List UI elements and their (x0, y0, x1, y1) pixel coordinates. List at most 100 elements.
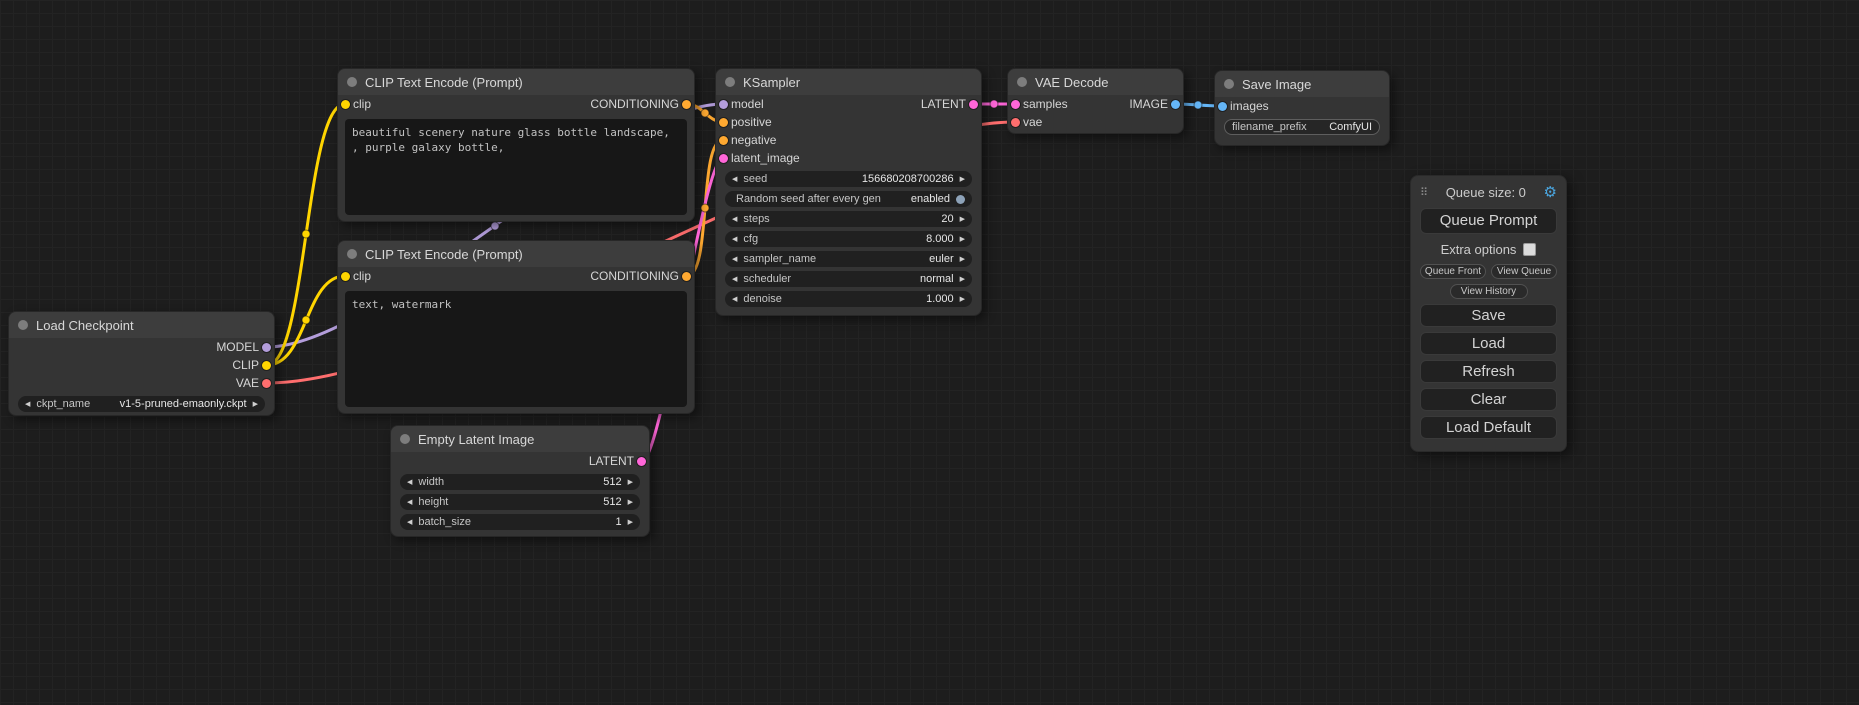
collapse-dot-icon[interactable] (725, 77, 735, 87)
decrement-arrow-icon[interactable]: ◀ (407, 499, 412, 506)
decrement-arrow-icon[interactable]: ◀ (25, 401, 30, 408)
load-default-button[interactable]: Load Default (1420, 416, 1557, 439)
node-vae-decode[interactable]: VAE Decode samples IMAGE vae (1007, 68, 1184, 134)
seed-widget[interactable]: ◀ seed 156680208700286 ▶ (725, 171, 972, 187)
slot-row: negative (716, 131, 981, 149)
batch-size-widget[interactable]: ◀ batch_size 1 ▶ (400, 514, 640, 530)
queue-front-button[interactable]: Queue Front (1420, 264, 1486, 279)
widget-value: 8.000 (926, 233, 954, 245)
node-title-bar[interactable]: KSampler (716, 69, 981, 95)
load-button[interactable]: Load (1420, 332, 1557, 355)
widget-value: 512 (603, 476, 621, 488)
collapse-dot-icon[interactable] (347, 77, 357, 87)
queue-prompt-button[interactable]: Queue Prompt (1420, 208, 1557, 234)
slot-row: positive (716, 113, 981, 131)
node-ksampler[interactable]: KSampler model LATENT positive negative … (715, 68, 982, 316)
widget-label: width (418, 476, 444, 488)
ckpt-name-widget[interactable]: ◀ ckpt_name v1-5-pruned-emaonly.ckpt ▶ (18, 396, 265, 412)
slot-conditioning-output[interactable] (682, 100, 691, 109)
decrement-arrow-icon[interactable]: ◀ (732, 276, 737, 283)
output-label: LATENT (921, 97, 966, 111)
decrement-arrow-icon[interactable]: ◀ (732, 236, 737, 243)
widget-value: v1-5-pruned-emaonly.ckpt (120, 398, 247, 410)
scheduler-widget[interactable]: ◀ scheduler normal ▶ (725, 271, 972, 287)
decrement-arrow-icon[interactable]: ◀ (407, 519, 412, 526)
decrement-arrow-icon[interactable]: ◀ (732, 216, 737, 223)
slot-samples-input[interactable] (1011, 100, 1020, 109)
node-clip-text-encode-negative[interactable]: CLIP Text Encode (Prompt) clip CONDITION… (337, 240, 695, 414)
slot-row: clip CONDITIONING (338, 267, 694, 285)
drag-handle-icon[interactable]: ⠿ (1420, 186, 1428, 199)
collapse-dot-icon[interactable] (400, 434, 410, 444)
width-widget[interactable]: ◀ width 512 ▶ (400, 474, 640, 490)
increment-arrow-icon[interactable]: ▶ (960, 236, 965, 243)
node-title-bar[interactable]: CLIP Text Encode (Prompt) (338, 69, 694, 95)
node-clip-text-encode-positive[interactable]: CLIP Text Encode (Prompt) clip CONDITION… (337, 68, 695, 222)
save-button[interactable]: Save (1420, 304, 1557, 327)
decrement-arrow-icon[interactable]: ◀ (407, 479, 412, 486)
node-title-bar[interactable]: VAE Decode (1008, 69, 1183, 95)
increment-arrow-icon[interactable]: ▶ (960, 256, 965, 263)
toggle-dot-icon[interactable] (956, 195, 965, 204)
prompt-text-input[interactable]: beautiful scenery nature glass bottle la… (345, 119, 687, 215)
slot-model-input[interactable] (719, 100, 728, 109)
slot-clip-output[interactable] (262, 361, 271, 370)
increment-arrow-icon[interactable]: ▶ (628, 479, 633, 486)
node-title-bar[interactable]: Save Image (1215, 71, 1389, 97)
prompt-text-input[interactable]: text, watermark (345, 291, 687, 407)
node-title-bar[interactable]: CLIP Text Encode (Prompt) (338, 241, 694, 267)
slot-clip-input[interactable] (341, 100, 350, 109)
slot-latent-image-input[interactable] (719, 154, 728, 163)
collapse-dot-icon[interactable] (347, 249, 357, 259)
input-label: model (731, 97, 764, 111)
slot-clip-input[interactable] (341, 272, 350, 281)
widget-value: 1.000 (926, 293, 954, 305)
filename-prefix-widget[interactable]: filename_prefix ComfyUI (1224, 119, 1380, 135)
slot-model-output[interactable] (262, 343, 271, 352)
link-midpoint-dot (990, 100, 998, 108)
increment-arrow-icon[interactable]: ▶ (960, 296, 965, 303)
collapse-dot-icon[interactable] (1017, 77, 1027, 87)
slot-latent-output[interactable] (637, 457, 646, 466)
refresh-button[interactable]: Refresh (1420, 360, 1557, 383)
collapse-dot-icon[interactable] (1224, 79, 1234, 89)
decrement-arrow-icon[interactable]: ◀ (732, 176, 737, 183)
node-title: Save Image (1242, 77, 1311, 92)
denoise-widget[interactable]: ◀ denoise 1.000 ▶ (725, 291, 972, 307)
node-load-checkpoint[interactable]: Load Checkpoint MODEL CLIP VAE ◀ ckpt_na… (8, 311, 275, 416)
slot-images-input[interactable] (1218, 102, 1227, 111)
output-label: LATENT (589, 454, 634, 468)
node-title-bar[interactable]: Load Checkpoint (9, 312, 274, 338)
settings-gear-icon[interactable]: ⚙ (1544, 185, 1557, 200)
increment-arrow-icon[interactable]: ▶ (960, 176, 965, 183)
random-seed-toggle-widget[interactable]: Random seed after every gen enabled (725, 191, 972, 207)
decrement-arrow-icon[interactable]: ◀ (732, 296, 737, 303)
slot-negative-input[interactable] (719, 136, 728, 145)
decrement-arrow-icon[interactable]: ◀ (732, 256, 737, 263)
node-save-image[interactable]: Save Image images filename_prefix ComfyU… (1214, 70, 1390, 146)
slot-vae-input[interactable] (1011, 118, 1020, 127)
sampler-name-widget[interactable]: ◀ sampler_name euler ▶ (725, 251, 972, 267)
increment-arrow-icon[interactable]: ▶ (960, 216, 965, 223)
increment-arrow-icon[interactable]: ▶ (253, 401, 258, 408)
node-title: CLIP Text Encode (Prompt) (365, 75, 523, 90)
increment-arrow-icon[interactable]: ▶ (628, 519, 633, 526)
slot-conditioning-output[interactable] (682, 272, 691, 281)
view-queue-button[interactable]: View Queue (1491, 264, 1557, 279)
node-title-bar[interactable]: Empty Latent Image (391, 426, 649, 452)
clear-button[interactable]: Clear (1420, 388, 1557, 411)
increment-arrow-icon[interactable]: ▶ (628, 499, 633, 506)
slot-vae-output[interactable] (262, 379, 271, 388)
height-widget[interactable]: ◀ height 512 ▶ (400, 494, 640, 510)
slot-image-output[interactable] (1171, 100, 1180, 109)
extra-options-checkbox[interactable] (1523, 243, 1536, 256)
slot-latent-output[interactable] (969, 100, 978, 109)
node-empty-latent-image[interactable]: Empty Latent Image LATENT ◀ width 512 ▶ … (390, 425, 650, 537)
node-title: VAE Decode (1035, 75, 1108, 90)
cfg-widget[interactable]: ◀ cfg 8.000 ▶ (725, 231, 972, 247)
view-history-button[interactable]: View History (1450, 284, 1528, 299)
increment-arrow-icon[interactable]: ▶ (960, 276, 965, 283)
collapse-dot-icon[interactable] (18, 320, 28, 330)
slot-positive-input[interactable] (719, 118, 728, 127)
steps-widget[interactable]: ◀ steps 20 ▶ (725, 211, 972, 227)
